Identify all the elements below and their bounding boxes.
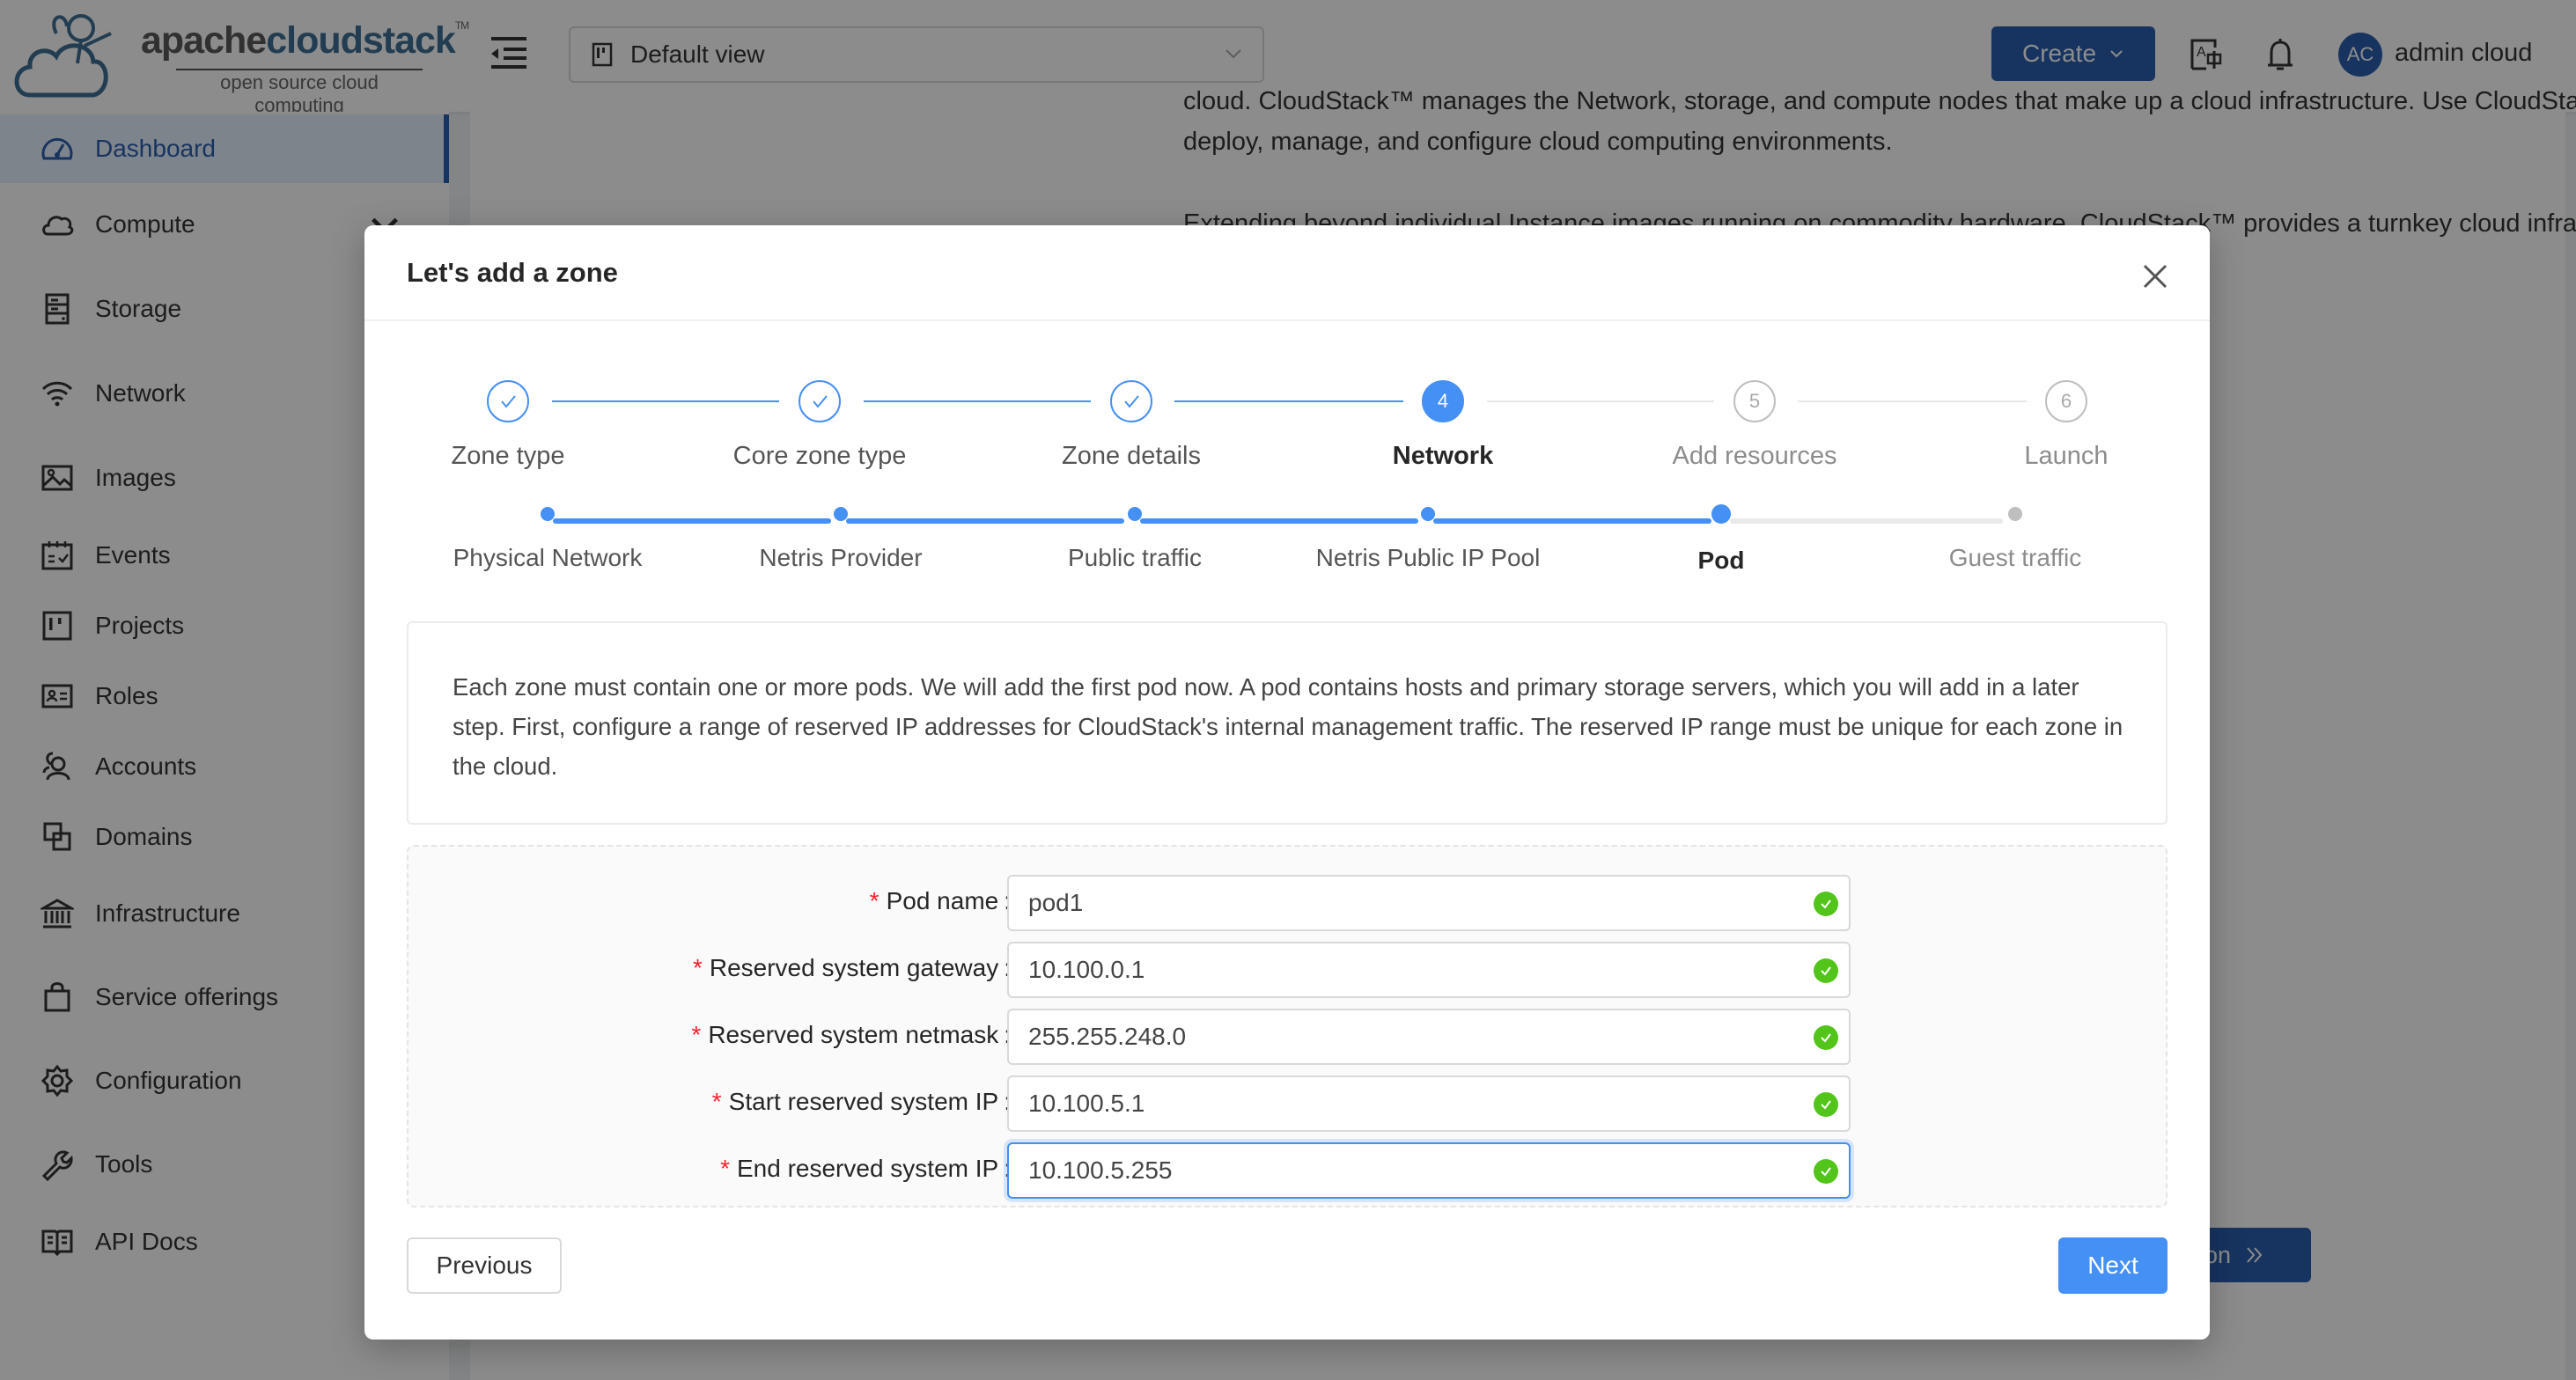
- reserved-netmask-input[interactable]: [1007, 1009, 1851, 1065]
- check-icon: [501, 395, 516, 408]
- substep-dot: [1711, 504, 1731, 524]
- substep-label: Netris Public IP Pool: [1315, 544, 1541, 571]
- step-number-icon: 5: [1733, 380, 1776, 422]
- step-label: Zone details: [1062, 442, 1201, 470]
- substep-physical-network[interactable]: Physical Network: [416, 507, 680, 572]
- check-circle-icon: [1814, 1159, 1838, 1184]
- step-network: 4 Network: [1320, 380, 1566, 471]
- check-circle-icon: [1814, 1092, 1838, 1117]
- step-launch: 6 Launch: [1943, 380, 2190, 471]
- start-reserved-ip-input[interactable]: [1007, 1075, 1851, 1132]
- substep-netris-provider[interactable]: Netris Provider: [709, 507, 973, 572]
- next-button[interactable]: Next: [2058, 1237, 2168, 1294]
- required-mark: *: [691, 1021, 702, 1048]
- field-label-text: Reserved system netmask: [708, 1021, 999, 1048]
- form-row-netmask: *Reserved system netmask:: [408, 1009, 2166, 1065]
- reserved-gateway-input[interactable]: [1007, 942, 1851, 998]
- required-mark: *: [711, 1088, 722, 1115]
- substep-guest-traffic[interactable]: Guest traffic: [1883, 507, 2147, 572]
- field-label: *Reserved system netmask:: [691, 1021, 1011, 1049]
- field-label: *Pod name:: [870, 887, 1011, 915]
- field-label-text: Start reserved system IP: [728, 1088, 999, 1115]
- step-core-zone-type: Core zone type: [696, 380, 943, 471]
- step-icon: [799, 380, 841, 422]
- check-icon: [813, 395, 828, 408]
- pod-form: *Pod name: *Reserved system gateway: *Re…: [407, 845, 2168, 1208]
- close-button[interactable]: [2138, 259, 2173, 294]
- pod-description: Each zone must contain one or more pods.…: [407, 621, 2168, 825]
- required-mark: *: [869, 887, 880, 914]
- step-label: Network: [1392, 442, 1494, 470]
- substep-dot: [1421, 507, 1435, 521]
- substep-netris-public-ip-pool[interactable]: Netris Public IP Pool: [1296, 507, 1560, 572]
- substep-pod[interactable]: Pod: [1589, 504, 1853, 575]
- form-row-gateway: *Reserved system gateway:: [408, 942, 2166, 998]
- check-circle-icon: [1814, 1025, 1838, 1050]
- form-row-pod-name: *Pod name:: [408, 875, 2166, 931]
- step-zone-details: Zone details: [1008, 380, 1255, 471]
- modal-header-divider: [364, 319, 2210, 321]
- close-icon: [2143, 264, 2168, 289]
- step-label: Add resources: [1672, 442, 1837, 470]
- check-circle-icon: [1814, 892, 1838, 916]
- step-label: Launch: [2024, 442, 2109, 470]
- substep-label: Netris Provider: [759, 544, 923, 571]
- substep-dot: [1128, 507, 1142, 521]
- step-number-icon: 4: [1422, 380, 1464, 422]
- substep-dot: [834, 507, 848, 521]
- pod-name-input[interactable]: [1007, 875, 1851, 931]
- field-label: *Start reserved system IP:: [712, 1088, 1011, 1116]
- modal-title: Let's add a zone: [407, 257, 618, 288]
- substep-label: Public traffic: [1068, 544, 1202, 571]
- step-number-icon: 6: [2045, 380, 2087, 422]
- substep-label: Pod: [1697, 547, 1745, 574]
- form-row-start-ip: *Start reserved system IP:: [408, 1075, 2166, 1132]
- step-label: Core zone type: [732, 442, 907, 470]
- field-label: *Reserved system gateway:: [693, 954, 1011, 982]
- check-icon: [1124, 395, 1139, 408]
- previous-button[interactable]: Previous: [407, 1237, 562, 1294]
- substep-label: Guest traffic: [1948, 544, 2082, 571]
- form-row-end-ip: *End reserved system IP:: [408, 1142, 2166, 1199]
- substep-dot: [2008, 507, 2022, 521]
- step-label: Zone type: [451, 442, 565, 470]
- add-zone-modal: Let's add a zone Zone type Core zone typ…: [364, 225, 2210, 1340]
- required-mark: *: [720, 1155, 730, 1182]
- step-icon: [1110, 380, 1152, 422]
- check-circle-icon: [1814, 958, 1838, 983]
- substep-label: Physical Network: [453, 544, 643, 571]
- substep-public-traffic[interactable]: Public traffic: [1003, 507, 1267, 572]
- step-zone-type: Zone type: [385, 380, 631, 471]
- required-mark: *: [692, 954, 703, 981]
- field-label-text: End reserved system IP: [736, 1155, 999, 1182]
- field-label: *End reserved system IP:: [720, 1155, 1011, 1183]
- field-label-text: Pod name: [886, 887, 999, 914]
- step-icon: [487, 380, 529, 422]
- field-label-text: Reserved system gateway: [709, 954, 999, 981]
- end-reserved-ip-input[interactable]: [1007, 1142, 1851, 1199]
- step-add-resources: 5 Add resources: [1631, 380, 1878, 471]
- substep-dot: [541, 507, 555, 521]
